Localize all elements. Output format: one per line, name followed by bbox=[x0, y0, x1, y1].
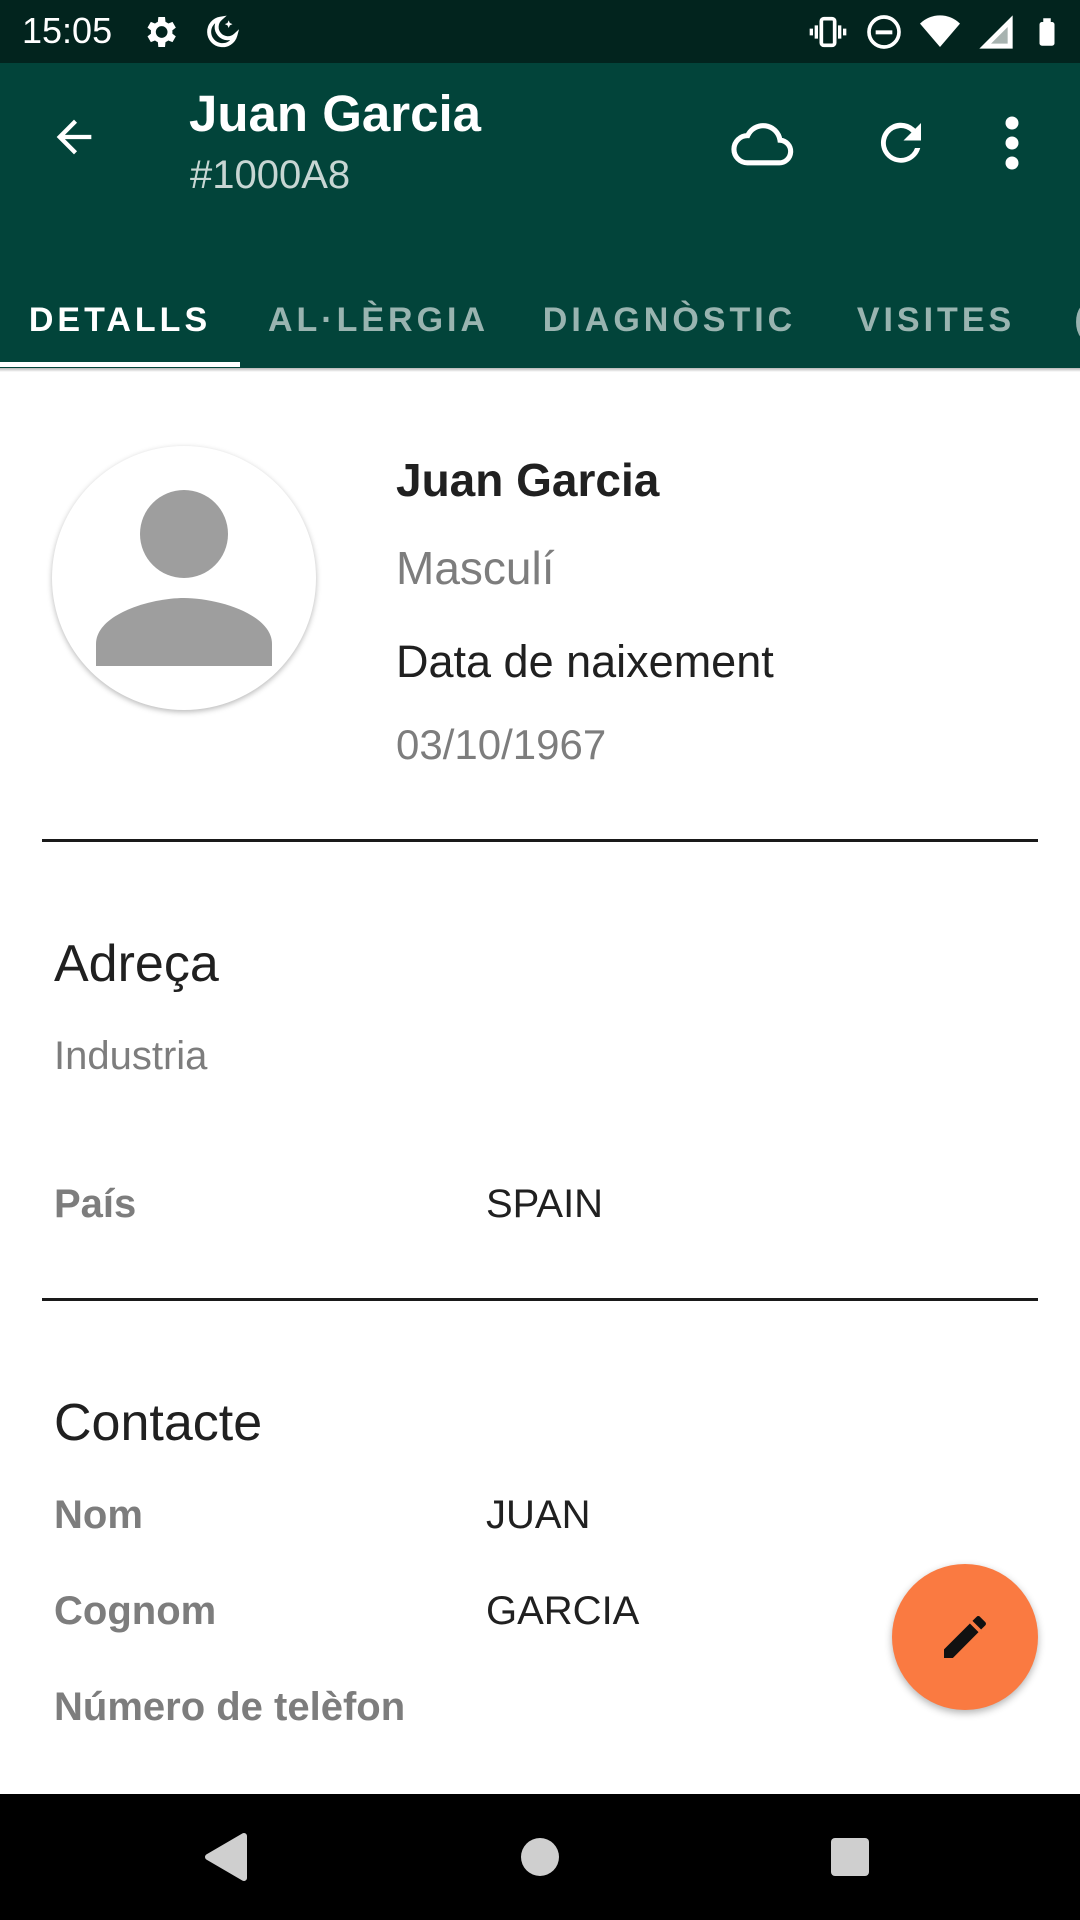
app-bar-shadow bbox=[0, 368, 1080, 372]
tab-allergy[interactable]: AL·LÈRGIA bbox=[240, 288, 517, 368]
address-section-title: Adreça bbox=[54, 935, 219, 993]
last-name-value: GARCIA bbox=[486, 1589, 640, 1633]
patient-id: #1000A8 bbox=[190, 153, 351, 197]
avatar bbox=[52, 446, 316, 710]
contact-section-title: Contacte bbox=[54, 1394, 263, 1452]
patient-gender: Masculí bbox=[396, 542, 555, 594]
person-placeholder-icon bbox=[96, 490, 272, 666]
do-not-disturb-moon-icon bbox=[207, 15, 240, 48]
status-right-icons bbox=[808, 12, 1062, 52]
nav-recents-button[interactable] bbox=[815, 1822, 885, 1892]
tab-bar: DETALLS AL·LÈRGIA DIAGNÒSTIC VISITES ( bbox=[0, 288, 1080, 368]
arrow-back-icon bbox=[56, 119, 92, 155]
country-label: País bbox=[54, 1182, 137, 1226]
tab-details[interactable]: DETALLS bbox=[0, 288, 240, 368]
signal-icon bbox=[979, 15, 1013, 49]
status-left-icons bbox=[140, 12, 242, 52]
vibrate-icon bbox=[809, 16, 847, 48]
page-title: Juan Garcia bbox=[189, 85, 481, 142]
divider bbox=[42, 1298, 1038, 1301]
country-value: SPAIN bbox=[486, 1182, 604, 1226]
more-options-button[interactable] bbox=[982, 103, 1042, 183]
tab-visits[interactable]: VISITES bbox=[822, 288, 1050, 368]
divider bbox=[42, 839, 1038, 842]
edit-button[interactable] bbox=[892, 1564, 1038, 1710]
cloud-icon bbox=[731, 123, 794, 166]
sync-cloud-button[interactable] bbox=[723, 103, 803, 183]
dob-value: 03/10/1967 bbox=[396, 721, 607, 768]
patient-name: Juan Garcia bbox=[396, 454, 660, 506]
refresh-icon bbox=[880, 122, 921, 163]
active-tab-indicator bbox=[0, 362, 240, 367]
back-triangle-icon bbox=[205, 1833, 247, 1881]
edit-pencil-icon bbox=[944, 1616, 986, 1658]
phone-label: Número de telèfon bbox=[54, 1685, 406, 1729]
settings-icon bbox=[147, 17, 176, 47]
first-name-value: JUAN bbox=[486, 1493, 591, 1537]
dob-label: Data de naixement bbox=[396, 636, 774, 687]
refresh-button[interactable] bbox=[861, 103, 941, 183]
tab-overflow-partial[interactable]: ( bbox=[1072, 288, 1080, 368]
back-button[interactable] bbox=[40, 103, 108, 171]
status-bar: 15:05 bbox=[0, 0, 1080, 63]
nav-back-button[interactable] bbox=[190, 1822, 260, 1892]
recents-square-icon bbox=[831, 1838, 869, 1876]
more-vert-icon bbox=[1005, 116, 1019, 170]
nav-home-button[interactable] bbox=[505, 1822, 575, 1892]
last-name-label: Cognom bbox=[54, 1589, 217, 1633]
dnd-icon bbox=[867, 15, 901, 49]
first-name-label: Nom bbox=[54, 1493, 143, 1537]
wifi-icon bbox=[920, 15, 960, 47]
system-nav-bar bbox=[0, 1794, 1080, 1920]
status-time: 15:05 bbox=[22, 10, 113, 51]
battery-icon bbox=[1039, 18, 1055, 46]
address-street: Industria bbox=[54, 1034, 208, 1078]
tab-diagnosis[interactable]: DIAGNÒSTIC bbox=[517, 288, 822, 368]
home-circle-icon bbox=[521, 1838, 559, 1876]
app-bar: Juan Garcia #1000A8 DETALLS AL·LÈRGIA DI… bbox=[0, 63, 1080, 368]
